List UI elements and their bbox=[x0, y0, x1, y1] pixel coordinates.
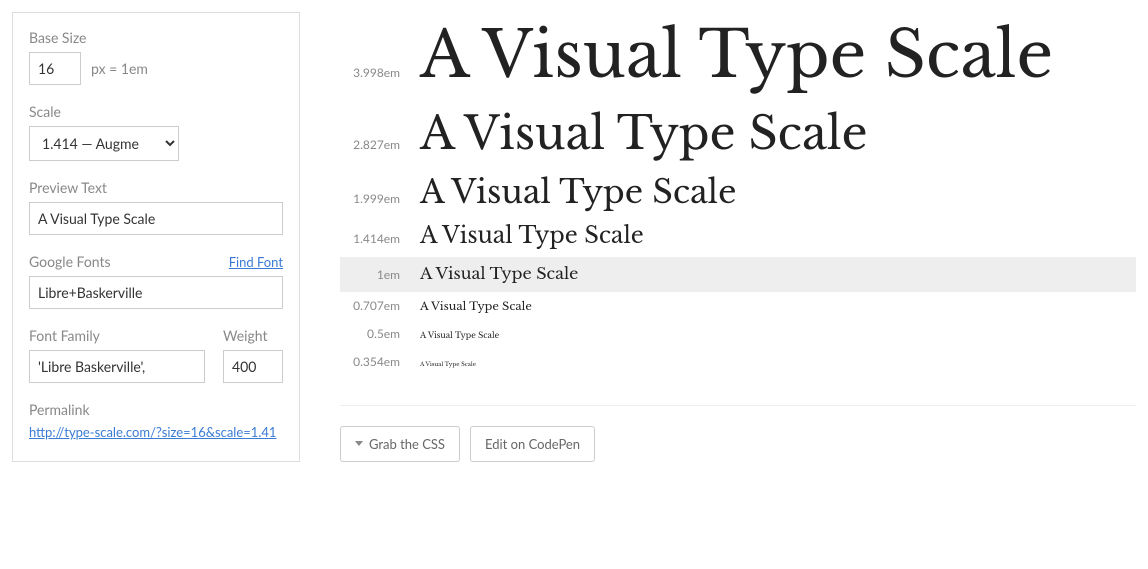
sample-text: A Visual Type Scale bbox=[420, 362, 476, 369]
scale-select[interactable]: 1.414 — Augme bbox=[29, 126, 179, 161]
preview-text-input[interactable] bbox=[29, 202, 283, 235]
preview-area: 3.998em A Visual Type Scale 2.827em A Visua… bbox=[300, 12, 1136, 462]
edit-codepen-label: Edit on CodePen bbox=[485, 436, 580, 452]
em-label: 1em bbox=[340, 267, 400, 282]
settings-sidebar: Base Size px = 1em Scale 1.414 — Augme P… bbox=[12, 12, 300, 462]
sample-text: A Visual Type Scale bbox=[420, 223, 644, 250]
scale-label: Scale bbox=[29, 103, 283, 120]
google-fonts-input[interactable] bbox=[29, 276, 283, 309]
em-label: 0.707em bbox=[340, 298, 400, 313]
font-family-label: Font Family bbox=[29, 327, 205, 344]
permalink-label: Permalink bbox=[29, 401, 283, 418]
google-fonts-label: Google Fonts bbox=[29, 253, 111, 270]
em-label: 3.998em bbox=[340, 65, 400, 80]
scale-row: 1em A Visual Type Scale bbox=[340, 257, 1136, 292]
sample-text: A Visual Type Scale bbox=[420, 301, 532, 315]
font-family-weight-group: Font Family Weight bbox=[29, 327, 283, 383]
permalink-group: Permalink http://type-scale.com/?size=16… bbox=[29, 401, 283, 440]
scale-row: 1.999em A Visual Type Scale bbox=[340, 167, 1136, 217]
em-label: 1.999em bbox=[340, 191, 400, 206]
actions-row: Grab the CSS Edit on CodePen bbox=[340, 426, 1136, 462]
preview-text-group: Preview Text bbox=[29, 179, 283, 235]
em-label: 1.414em bbox=[340, 231, 400, 246]
base-size-input[interactable] bbox=[29, 52, 81, 85]
scale-row: 1.414em A Visual Type Scale bbox=[340, 217, 1136, 256]
find-font-link[interactable]: Find Font bbox=[229, 254, 283, 270]
sample-text: A Visual Type Scale bbox=[420, 173, 736, 211]
em-label: 2.827em bbox=[340, 137, 400, 152]
font-family-input[interactable] bbox=[29, 350, 205, 383]
preview-text-label: Preview Text bbox=[29, 179, 283, 196]
weight-label: Weight bbox=[223, 327, 283, 344]
chevron-down-icon bbox=[355, 441, 363, 446]
grab-css-button[interactable]: Grab the CSS bbox=[340, 426, 460, 462]
em-label: 0.5em bbox=[340, 326, 400, 341]
edit-codepen-button[interactable]: Edit on CodePen bbox=[470, 426, 595, 462]
base-size-suffix: px = 1em bbox=[91, 60, 148, 77]
scale-row: 3.998em A Visual Type Scale bbox=[340, 12, 1136, 101]
divider bbox=[340, 405, 1136, 406]
weight-input[interactable] bbox=[223, 350, 283, 383]
scale-row: 0.354em A Visual Type Scale bbox=[340, 348, 1136, 375]
sample-text: A Visual Type Scale bbox=[420, 107, 868, 161]
scale-group: Scale 1.414 — Augme bbox=[29, 103, 283, 161]
sample-text: A Visual Type Scale bbox=[420, 265, 578, 284]
google-fonts-group: Google Fonts Find Font bbox=[29, 253, 283, 309]
permalink-link[interactable]: http://type-scale.com/?size=16&scale=1.4… bbox=[29, 424, 283, 440]
em-label: 0.354em bbox=[340, 354, 400, 369]
base-size-group: Base Size px = 1em bbox=[29, 29, 283, 85]
scale-row: 0.707em A Visual Type Scale bbox=[340, 292, 1136, 321]
scale-row: 0.5em A Visual Type Scale bbox=[340, 320, 1136, 348]
sample-text: A Visual Type Scale bbox=[420, 332, 499, 342]
base-size-label: Base Size bbox=[29, 29, 283, 46]
sample-text: A Visual Type Scale bbox=[420, 18, 1053, 95]
scale-row: 2.827em A Visual Type Scale bbox=[340, 101, 1136, 167]
grab-css-label: Grab the CSS bbox=[369, 436, 445, 452]
